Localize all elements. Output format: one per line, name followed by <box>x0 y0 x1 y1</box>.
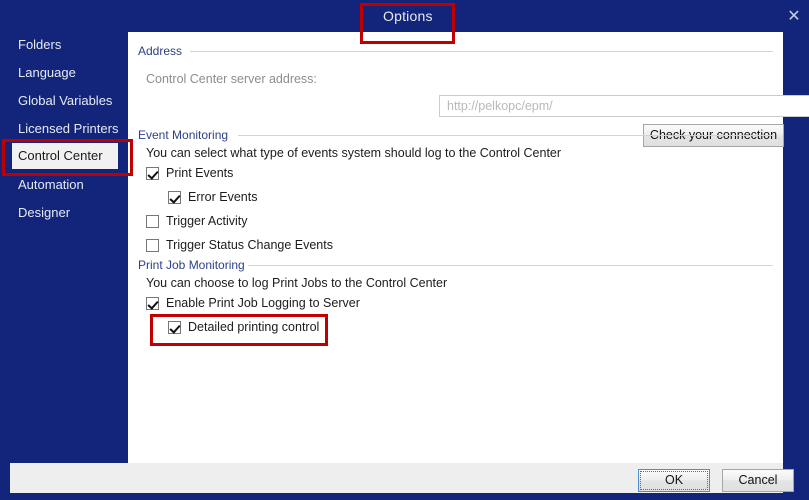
address-group-title: Address <box>138 44 182 58</box>
checkbox-label: Enable Print Job Logging to Server <box>166 296 360 310</box>
sidebar-item-language[interactable]: Language <box>0 60 118 86</box>
group-divider <box>238 135 773 136</box>
sidebar-item-global-variables[interactable]: Global Variables <box>0 88 118 114</box>
event-monitoring-description: You can select what type of events syste… <box>146 146 561 160</box>
checkbox-label: Error Events <box>188 190 257 204</box>
server-address-value: http://pelkopc/epm/ <box>447 99 553 113</box>
sidebar-item-folders[interactable]: Folders <box>0 32 118 58</box>
group-divider <box>190 51 773 52</box>
options-dialog: Options ✕ Folders Language Global Variab… <box>0 0 809 500</box>
focus-ring <box>640 471 708 490</box>
annotation-box-detailed-printing-control <box>150 314 328 346</box>
sidebar-item-label: Global Variables <box>18 93 112 108</box>
event-monitoring-title: Event Monitoring <box>138 128 228 142</box>
checkbox-label: Print Events <box>166 166 233 180</box>
annotation-box-title <box>360 3 455 44</box>
settings-panel: Address Control Center server address: h… <box>128 32 783 463</box>
sidebar-item-label: Folders <box>18 37 61 52</box>
sidebar-item-label: Language <box>18 65 76 80</box>
close-icon[interactable]: ✕ <box>784 6 804 26</box>
annotation-box-control-center <box>2 139 133 176</box>
server-address-label: Control Center server address: <box>146 72 317 86</box>
server-address-combo[interactable]: http://pelkopc/epm/ <box>439 95 809 117</box>
sidebar-item-label: Licensed Printers <box>18 121 118 136</box>
checkbox-label: Trigger Status Change Events <box>166 238 333 252</box>
checkbox-box <box>146 297 159 310</box>
print-job-monitoring-description: You can choose to log Print Jobs to the … <box>146 276 447 290</box>
sidebar-item-label: Designer <box>18 205 70 220</box>
cancel-button[interactable]: Cancel <box>722 469 794 492</box>
checkbox-box <box>168 191 181 204</box>
checkbox-box <box>146 167 159 180</box>
ok-button[interactable]: OK <box>638 469 710 492</box>
checkbox-label: Trigger Activity <box>166 214 248 228</box>
sidebar-item-designer[interactable]: Designer <box>0 200 118 226</box>
sidebar-item-label: Automation <box>18 177 84 192</box>
checkbox-box <box>146 239 159 252</box>
group-divider <box>248 265 773 266</box>
print-job-monitoring-title: Print Job Monitoring <box>138 258 245 272</box>
sidebar: Folders Language Global Variables Licens… <box>0 32 118 463</box>
checkbox-box <box>146 215 159 228</box>
